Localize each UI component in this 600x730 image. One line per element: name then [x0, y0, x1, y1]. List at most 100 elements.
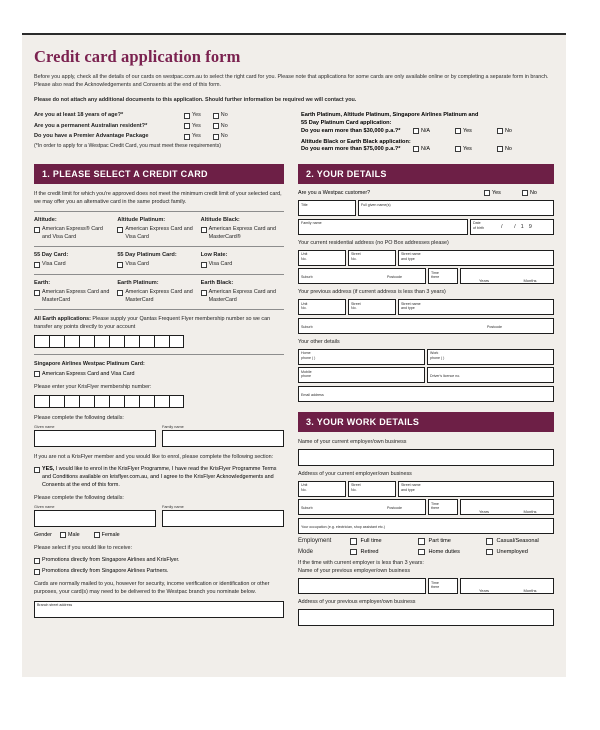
- digit-cell[interactable]: [169, 335, 184, 349]
- checkbox-icon[interactable]: [59, 531, 66, 538]
- current-street-no-input[interactable]: Street No.: [348, 249, 396, 266]
- checkbox-icon[interactable]: [200, 226, 207, 233]
- checkbox-icon[interactable]: [418, 548, 425, 556]
- checkbox-icon[interactable]: [34, 569, 40, 576]
- digit-cell[interactable]: [49, 395, 64, 409]
- checkbox-icon[interactable]: [455, 127, 461, 134]
- resident-no-option[interactable]: No: [212, 122, 228, 131]
- checkbox-icon[interactable]: [212, 112, 219, 119]
- checkbox-icon[interactable]: [34, 371, 40, 378]
- digit-cell[interactable]: [79, 335, 94, 349]
- employer-suburb-postcode-input[interactable]: Suburb Postcode: [298, 499, 426, 516]
- card-checkbox-row[interactable]: Visa Card: [34, 261, 113, 269]
- checkbox-icon[interactable]: [497, 127, 503, 134]
- checkbox-icon[interactable]: [455, 146, 461, 153]
- digit-cell[interactable]: [64, 335, 79, 349]
- krisflyer-number-input[interactable]: [34, 395, 284, 409]
- title-input[interactable]: Title: [298, 200, 356, 217]
- income-platinum-no-option[interactable]: No: [497, 127, 539, 134]
- digit-cell[interactable]: [139, 395, 154, 409]
- digit-cell[interactable]: [154, 335, 169, 349]
- given-name-input[interactable]: [34, 509, 156, 527]
- drivers-licence-input[interactable]: Driver's licence no.: [427, 367, 554, 384]
- income-black-yes-option[interactable]: Yes: [455, 146, 497, 153]
- krisflyer-enrol-checkbox-row[interactable]: YES, I would like to enrol in the KrisFl…: [34, 466, 284, 489]
- digit-cell[interactable]: [79, 395, 94, 409]
- checkbox-icon[interactable]: [34, 467, 40, 474]
- employment-unemployed-option[interactable]: Unemployed: [486, 548, 554, 556]
- digit-cell[interactable]: [34, 335, 49, 349]
- work-phone-input[interactable]: Work phone ( ): [427, 348, 554, 365]
- employer-street-no-input[interactable]: Street No.: [348, 480, 396, 497]
- checkbox-icon[interactable]: [184, 112, 190, 119]
- digit-cell[interactable]: [124, 335, 139, 349]
- westpac-customer-yes-option[interactable]: Yes: [484, 190, 516, 197]
- promotions-airlines-checkbox-row[interactable]: Promotions directly from Singapore Airli…: [34, 557, 284, 565]
- digit-cell[interactable]: [139, 335, 154, 349]
- westpac-customer-no-option[interactable]: No: [522, 190, 554, 197]
- card-checkbox-row[interactable]: Visa Card: [117, 261, 196, 269]
- checkbox-icon[interactable]: [486, 538, 493, 545]
- mobile-phone-input[interactable]: Mobile phone: [298, 367, 425, 384]
- occupation-input[interactable]: Your occupation (e.g. electrician, shop …: [298, 518, 554, 535]
- family-name-input[interactable]: [162, 509, 284, 527]
- digit-cell[interactable]: [49, 335, 64, 349]
- family-name-input[interactable]: [162, 430, 284, 448]
- employment-home-duties-option[interactable]: Home duties: [418, 548, 486, 556]
- previous-street-no-input[interactable]: Street No.: [348, 299, 396, 316]
- resident-yes-option[interactable]: Yes: [184, 122, 201, 131]
- income-black-no-option[interactable]: No: [497, 146, 539, 153]
- income-black-na-option[interactable]: N/A: [413, 146, 455, 153]
- card-checkbox-row[interactable]: American Express Card and Visa Card: [117, 226, 196, 241]
- age-yes-option[interactable]: Yes: [184, 111, 201, 120]
- card-checkbox-row[interactable]: American Express Card and MasterCard: [34, 289, 113, 304]
- employer-street-name-input[interactable]: Street name and type: [398, 480, 554, 497]
- family-name-input[interactable]: Family name: [298, 218, 468, 235]
- branch-address-input[interactable]: Branch street address: [34, 601, 284, 619]
- income-platinum-na-option[interactable]: N/A: [413, 127, 455, 134]
- checkbox-icon[interactable]: [184, 123, 190, 129]
- card-checkbox-row[interactable]: American Express Card and MasterCard®: [200, 226, 280, 241]
- previous-time-there-input[interactable]: Years Months: [460, 578, 554, 595]
- employment-retired-option[interactable]: Retired: [350, 548, 418, 556]
- checkbox-icon[interactable]: [418, 538, 425, 545]
- employer-unit-no-input[interactable]: Unit No.: [298, 480, 346, 497]
- checkbox-icon[interactable]: [200, 261, 207, 268]
- checkbox-icon[interactable]: [484, 190, 490, 197]
- singapore-card-checkbox-row[interactable]: American Express Card and Visa Card: [34, 371, 284, 378]
- checkbox-icon[interactable]: [350, 538, 357, 545]
- digit-cell[interactable]: [94, 335, 109, 349]
- checkbox-icon[interactable]: [522, 190, 528, 197]
- digit-cell[interactable]: [64, 395, 79, 409]
- digit-cell[interactable]: [154, 395, 169, 409]
- card-checkbox-row[interactable]: Visa Card: [200, 261, 280, 269]
- email-input[interactable]: Email address: [298, 385, 554, 402]
- digit-cell[interactable]: [94, 395, 109, 409]
- employment-full-time-option[interactable]: Full time: [350, 538, 418, 545]
- card-checkbox-row[interactable]: American Express® Card and Visa Card: [34, 226, 113, 241]
- home-phone-input[interactable]: Home phone ( ): [298, 348, 425, 365]
- checkbox-icon[interactable]: [350, 548, 357, 556]
- gender-female-option[interactable]: Female: [93, 531, 120, 538]
- checkbox-icon[interactable]: [34, 261, 40, 268]
- age-no-option[interactable]: No: [212, 111, 228, 120]
- checkbox-icon[interactable]: [93, 531, 100, 538]
- checkbox-icon[interactable]: [486, 548, 493, 556]
- card-checkbox-row[interactable]: American Express Card and MasterCard: [117, 289, 196, 304]
- previous-employer-input[interactable]: [298, 578, 426, 595]
- checkbox-icon[interactable]: [413, 146, 419, 153]
- income-platinum-yes-option[interactable]: Yes: [455, 127, 497, 134]
- checkbox-icon[interactable]: [200, 289, 207, 296]
- current-time-there-input[interactable]: Years Months: [460, 268, 554, 285]
- given-names-input[interactable]: Full given name(s): [358, 200, 554, 217]
- previous-employer-address-input[interactable]: [298, 609, 554, 627]
- checkbox-icon[interactable]: [34, 226, 40, 233]
- gender-male-option[interactable]: Male: [59, 531, 80, 538]
- digit-cell[interactable]: [34, 395, 49, 409]
- given-name-input[interactable]: [34, 430, 156, 448]
- current-street-name-input[interactable]: Street name and type: [398, 249, 554, 266]
- checkbox-icon[interactable]: [212, 133, 219, 140]
- checkbox-icon[interactable]: [184, 133, 190, 140]
- current-suburb-postcode-input[interactable]: Suburb Postcode: [298, 268, 426, 285]
- checkbox-icon[interactable]: [117, 226, 124, 233]
